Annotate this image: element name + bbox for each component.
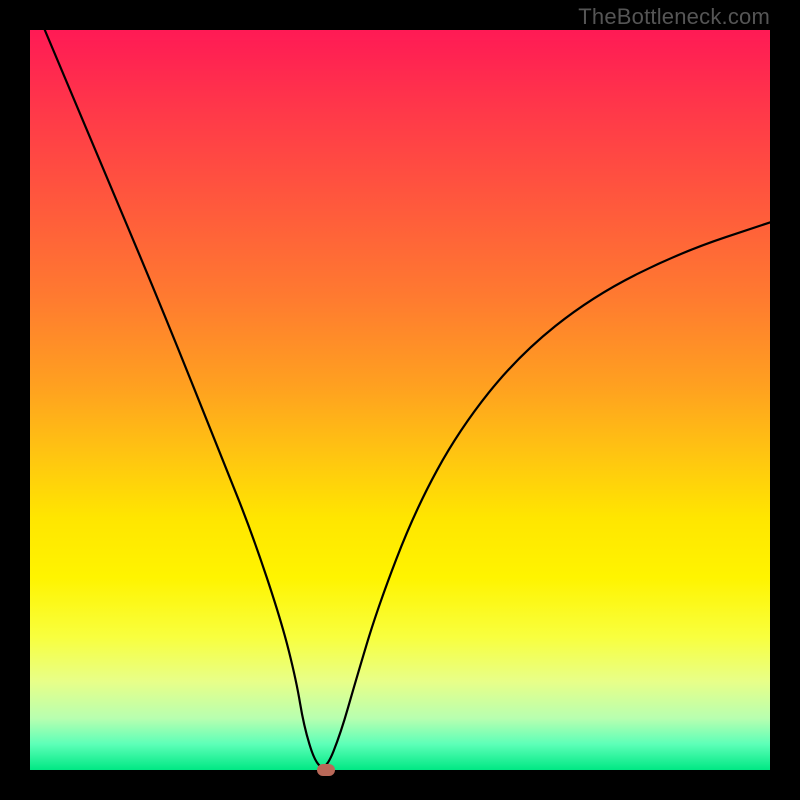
watermark-text: TheBottleneck.com	[578, 4, 770, 30]
plot-area	[30, 30, 770, 770]
minimum-marker	[317, 764, 335, 776]
chart-frame: TheBottleneck.com	[0, 0, 800, 800]
bottleneck-curve	[30, 30, 770, 770]
